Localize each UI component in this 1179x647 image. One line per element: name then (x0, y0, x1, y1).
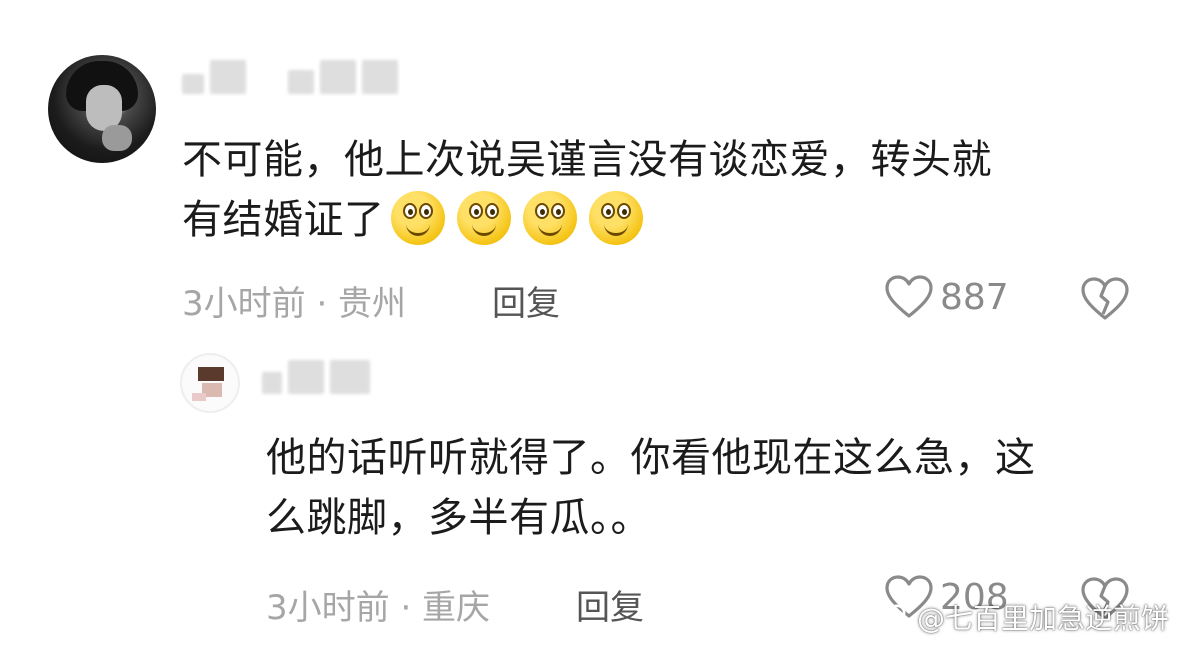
commenter-avatar[interactable] (48, 55, 156, 163)
comment-text-line: 么跳脚，多半有瓜。。 (266, 495, 651, 541)
weibo-logo-icon (868, 604, 906, 633)
comment-text: 不可能，他上次说吴谨言没有谈恋爱，转头就 有结婚证了 (182, 130, 1112, 250)
reply-button[interactable]: 回复 (492, 276, 560, 325)
like-count: 887 (940, 276, 1009, 318)
comment-text: 他的话听听就得了。你看他现在这么急，这 么跳脚，多半有瓜。。 (266, 428, 1146, 548)
grin-emoji (456, 191, 511, 245)
comment-text-line: 不可能，他上次说吴谨言没有谈恋爱，转头就 (182, 137, 992, 183)
blurred-username[interactable] (262, 360, 370, 394)
replier-avatar[interactable] (180, 353, 240, 413)
blurred-username[interactable] (182, 60, 398, 94)
like-button[interactable]: 887 (884, 274, 1009, 320)
avatar-pixel (192, 393, 206, 401)
emoji-row (390, 191, 643, 245)
grin-emoji (390, 191, 445, 245)
comment-text-line: 有结婚证了 (182, 197, 385, 243)
comment-meta: 3小时前 · 贵州 (182, 284, 407, 324)
weibo-watermark: @七百里加急逆煎饼 (867, 597, 1169, 637)
comment-text-line: 他的话听听就得了。你看他现在这么急，这 (266, 435, 1036, 481)
reply-button[interactable]: 回复 (576, 580, 644, 629)
grin-emoji (522, 191, 577, 245)
watermark-text: @七百里加急逆煎饼 (916, 602, 1169, 635)
heart-icon (885, 275, 933, 318)
grin-emoji (588, 191, 643, 245)
comment-meta: 3小时前 · 重庆 (266, 588, 491, 628)
dislike-button[interactable] (1080, 276, 1130, 322)
avatar-pixel (198, 367, 224, 381)
avatar-hand (102, 125, 132, 151)
broken-heart-icon (1081, 277, 1129, 320)
